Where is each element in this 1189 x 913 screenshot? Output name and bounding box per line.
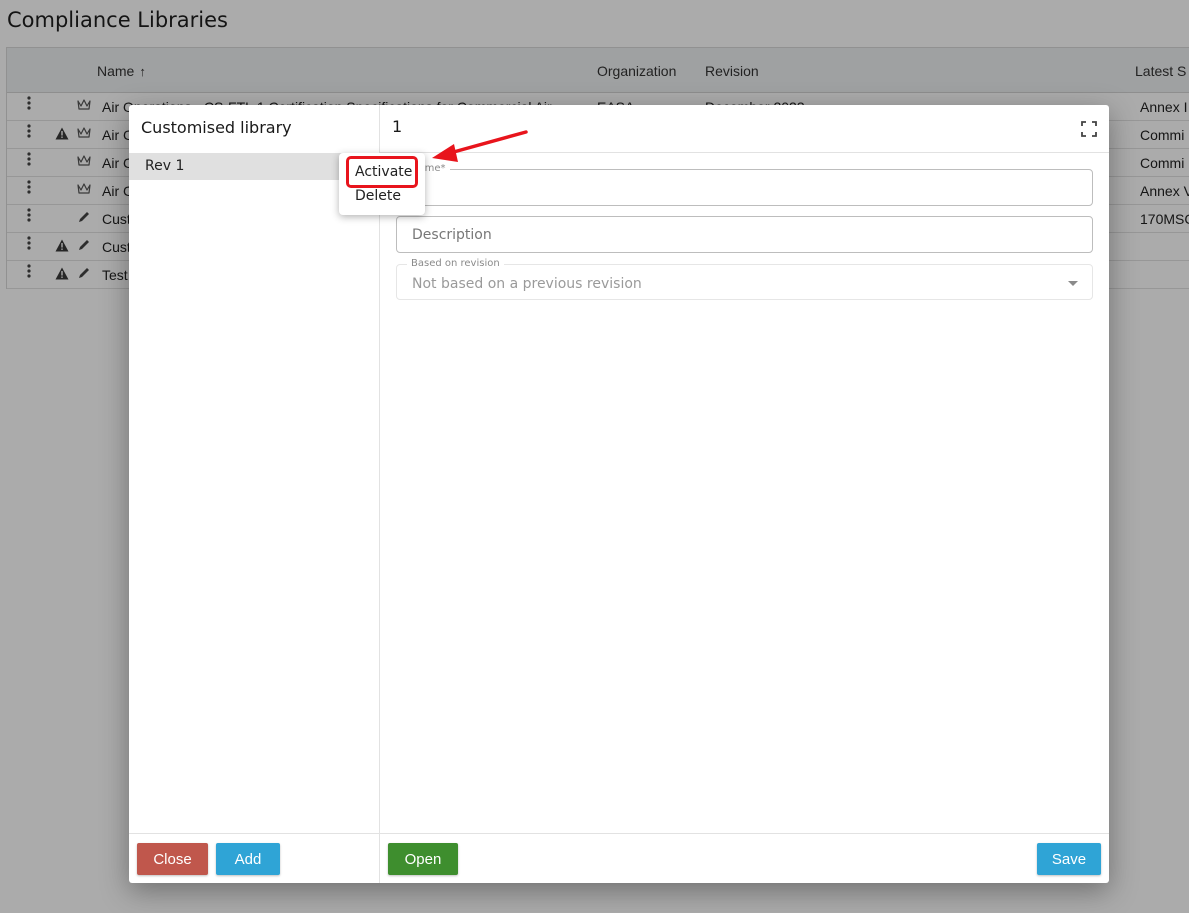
detail-footer: Open Save <box>380 833 1109 883</box>
description-field[interactable] <box>396 216 1093 253</box>
dropdown-caret-icon <box>1068 281 1078 286</box>
revisions-panel: Customised library Rev 1 Close Add <box>129 105 380 883</box>
description-input[interactable] <box>397 217 1092 252</box>
based-on-revision-label: Based on revision <box>407 258 504 269</box>
revisions-footer: Close Add <box>129 833 380 883</box>
delete-menu-item[interactable]: Delete <box>355 188 401 204</box>
library-dialog: Customised library Rev 1 Close Add 1 Nam… <box>129 105 1109 883</box>
save-button[interactable]: Save <box>1037 843 1101 875</box>
revision-title: 1 <box>392 117 403 136</box>
name-input[interactable] <box>397 170 1092 205</box>
close-button[interactable]: Close <box>137 843 208 875</box>
fullscreen-icon[interactable] <box>1081 121 1097 137</box>
open-button[interactable]: Open <box>388 843 458 875</box>
annotation-arrow-icon <box>432 130 528 162</box>
add-button[interactable]: Add <box>216 843 280 875</box>
name-field[interactable]: Name* <box>396 163 1093 206</box>
revision-detail-panel: 1 Name* Based on revision Not based on a… <box>380 105 1109 883</box>
library-title: Customised library <box>141 118 292 137</box>
highlight-box <box>346 156 418 188</box>
based-on-revision-select[interactable]: Based on revision Not based on a previou… <box>396 258 1093 300</box>
based-on-revision-value: Not based on a previous revision <box>412 276 642 292</box>
revision-label: Rev 1 <box>145 158 185 174</box>
